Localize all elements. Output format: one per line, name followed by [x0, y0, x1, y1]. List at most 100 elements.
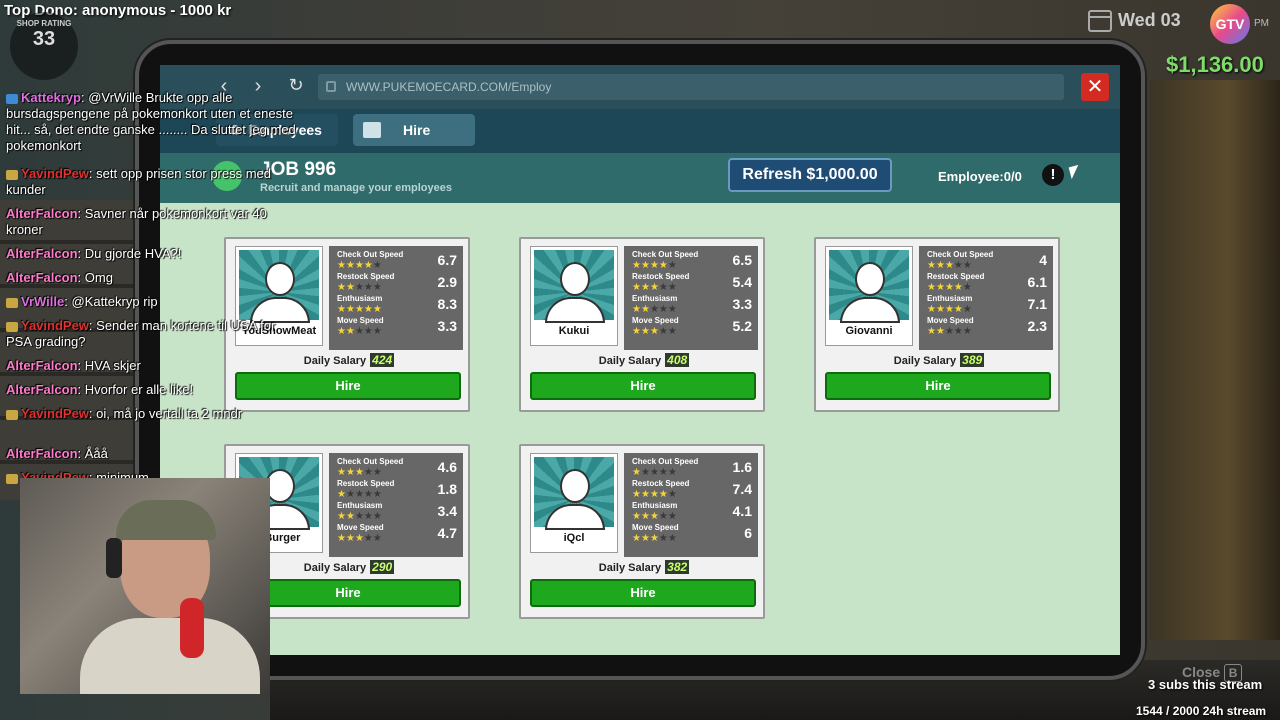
refresh-button[interactable]: Refresh $1,000.00 [728, 158, 892, 192]
chat-username[interactable]: AlterFalcon [6, 358, 78, 373]
stat-label: Check Out Speed [632, 250, 699, 259]
url-bar[interactable]: WWW.PUKEMOECARD.COM/Employ [318, 74, 1064, 100]
stream-goal: 1544 / 2000 24h stream [1136, 704, 1267, 718]
hire-button[interactable]: Hire [530, 579, 756, 607]
chat-text: Du gjorde HVA?! [84, 246, 182, 261]
avatar-head [855, 262, 885, 296]
stat-row: Restock Speed ★★★★★ 6.1 [925, 272, 1049, 294]
chat-message: AlterFalcon: Omg [6, 270, 113, 285]
chat-username[interactable]: AlterFalcon [6, 270, 78, 285]
stat-value: 5.4 [732, 274, 752, 290]
streamer-body [80, 618, 260, 694]
avatar: Giovanni [825, 246, 913, 346]
tablet-screen: ‹ › ↻ WWW.PUKEMOECARD.COM/Employ ✕ Emplo… [160, 65, 1120, 655]
avatar: Kukui [530, 246, 618, 346]
chat-message: VrWille: @Kattekryp rip [6, 294, 296, 310]
stat-label: Move Speed [337, 523, 384, 532]
chat-message: AlterFalcon: Savner når pokemonkort var … [6, 206, 267, 237]
candidate-card: iQcl Check Out Speed ★★★★★ 1.6 Restock Speed… [519, 444, 765, 619]
stat-value: 6.5 [732, 252, 752, 268]
star-rating-icon: ★★★★★ [632, 489, 677, 500]
chat-username[interactable]: AlterFalcon [6, 382, 78, 397]
info-icon[interactable]: ! [1042, 164, 1064, 186]
webcam-feed [20, 478, 270, 694]
stat-row: Enthusiasm ★★★★★ 7.1 [925, 294, 1049, 316]
stat-label: Enthusiasm [632, 501, 678, 510]
hire-button[interactable]: Hire [825, 372, 1051, 400]
crown-badge-icon [6, 93, 18, 104]
close-button[interactable]: ✕ [1081, 73, 1109, 101]
daily-salary: Daily Salary 389 [893, 353, 985, 367]
sub-badge-icon [6, 409, 18, 420]
stat-label: Enthusiasm [337, 501, 383, 510]
stat-value: 3.4 [437, 503, 457, 519]
star-rating-icon: ★★★★★ [632, 282, 677, 293]
stats-panel: Check Out Speed ★★★★★ 6.5 Restock Speed ★★★★… [624, 246, 758, 350]
chat-username[interactable]: AlterFalcon [6, 206, 78, 221]
subs-counter: 3 subs this stream [1148, 677, 1263, 692]
stat-row: Restock Speed ★★★★★ 2.9 [335, 272, 459, 294]
stat-label: Enthusiasm [632, 294, 678, 303]
star-rating-icon: ★★★★★ [927, 326, 972, 337]
star-rating-icon: ★★★★★ [632, 304, 677, 315]
stat-row: Move Speed ★★★★★ 5.2 [630, 316, 754, 338]
chat-text: Ååå [84, 446, 108, 461]
chat-text: Hvorfor er alle like! [84, 382, 194, 397]
star-rating-icon: ★★★★★ [632, 467, 677, 478]
chat-username[interactable]: Kattekryp [21, 90, 81, 105]
chat-username[interactable]: VrWille [21, 294, 64, 309]
star-rating-icon: ★★★★★ [632, 511, 677, 522]
stat-value: 2.9 [437, 274, 457, 290]
shop-rating-value: 33 [32, 28, 56, 50]
calendar-icon [1088, 10, 1112, 33]
stat-row: Enthusiasm ★★★★★ 8.3 [335, 294, 459, 316]
star-rating-icon: ★★★★★ [632, 260, 677, 271]
id-card-icon [363, 122, 381, 138]
candidate-grid: YouShowMeat Check Out Speed ★★★★★ 6.7 Restoc… [160, 203, 1120, 655]
candidate-name: iQcl [563, 532, 585, 544]
chat-username[interactable]: AlterFalcon [6, 446, 78, 461]
stat-label: Restock Speed [337, 479, 395, 488]
stat-label: Restock Speed [337, 272, 395, 281]
star-rating-icon: ★★★★★ [337, 260, 382, 271]
stat-label: Restock Speed [632, 272, 690, 281]
candidate-name: Giovanni [845, 325, 893, 337]
stat-row: Check Out Speed ★★★★★ 4 [925, 250, 1049, 272]
tab-hire[interactable]: Hire [353, 114, 475, 146]
avatar-head [560, 469, 590, 503]
chat-message: Kattekryp: @VrWille Brukte opp alle burs… [6, 90, 296, 153]
stat-label: Enthusiasm [337, 294, 383, 303]
chat-username[interactable]: AlterFalcon [6, 246, 78, 261]
star-rating-icon: ★★★★★ [632, 326, 677, 337]
chat-message: AlterFalcon: Ååå [6, 446, 108, 461]
chat-username[interactable]: YavindPew [21, 166, 89, 181]
stat-value: 6.7 [437, 252, 457, 268]
hire-button[interactable]: Hire [530, 372, 756, 400]
daily-salary: Daily Salary 408 [598, 353, 690, 367]
avatar: iQcl [530, 453, 618, 553]
stat-row: Move Speed ★★★★★ 2.3 [925, 316, 1049, 338]
stat-value: 6.1 [1027, 274, 1047, 290]
candidate-name: Kukui [558, 325, 590, 337]
stat-row: Check Out Speed ★★★★★ 6.7 [335, 250, 459, 272]
chat-text: Omg [84, 270, 113, 285]
shop-rating-label: SHOP RATING [16, 19, 72, 28]
browser-bar: ‹ › ↻ WWW.PUKEMOECARD.COM/Employ ✕ [160, 65, 1120, 109]
streamer-cap [116, 500, 216, 540]
money-balance: $1,136.00 [1166, 52, 1264, 77]
job-header: JOB 996 Recruit and manage your employee… [160, 153, 1120, 203]
stat-row: Restock Speed ★★★★★ 7.4 [630, 479, 754, 501]
star-rating-icon: ★★★★★ [337, 533, 382, 544]
star-rating-icon: ★★★★★ [927, 304, 972, 315]
daily-salary: Daily Salary 382 [598, 560, 690, 574]
star-rating-icon: ★★★★★ [337, 467, 382, 478]
chat-username[interactable]: YavindPew [21, 318, 89, 333]
stat-value: 6 [744, 525, 752, 541]
chat-username[interactable]: YavindPew [21, 406, 89, 421]
shop-rating-badge: SHOP RATING 33 [10, 12, 78, 80]
chat-message: YavindPew: Sender man kortene til USA fo… [6, 318, 276, 349]
background-door [1150, 80, 1280, 640]
salary-amount: 424 [370, 353, 395, 367]
chat-message: AlterFalcon: Du gjorde HVA?! [6, 246, 182, 261]
stat-row: Check Out Speed ★★★★★ 6.5 [630, 250, 754, 272]
